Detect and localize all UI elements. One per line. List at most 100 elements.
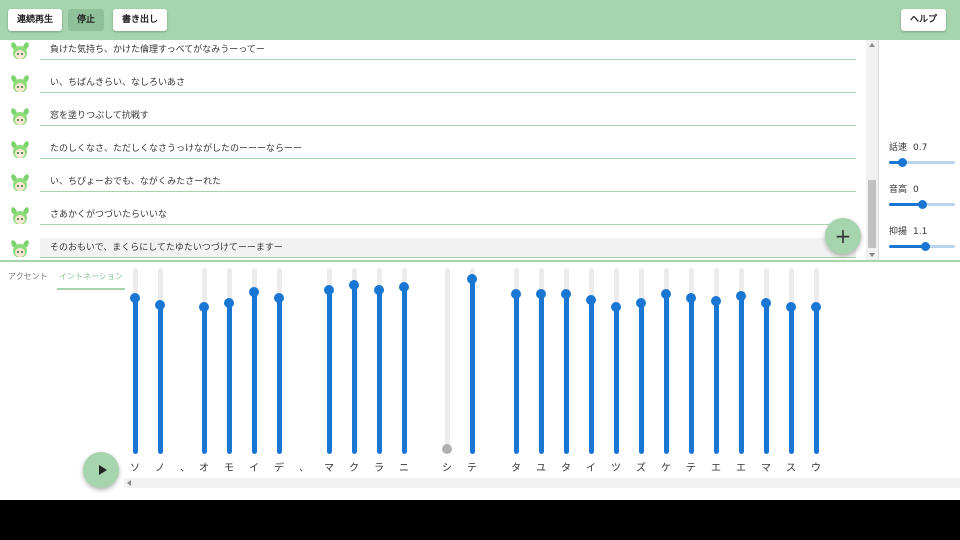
line-text-input[interactable]: い、ちぴょーおでも、ながくみたさーれた: [40, 172, 856, 192]
intonation-slider[interactable]: [249, 268, 259, 454]
slider-fill: [614, 307, 619, 454]
slider-thumb[interactable]: [199, 302, 209, 313]
slider-thumb[interactable]: [811, 302, 821, 313]
slider-thumb[interactable]: [324, 285, 334, 296]
character-avatar-icon[interactable]: [10, 141, 30, 161]
slider-thumb[interactable]: [611, 302, 621, 313]
mora-label: ク: [349, 463, 359, 474]
slider-thumb[interactable]: [249, 287, 259, 298]
play-button[interactable]: [83, 452, 119, 488]
slider-thumb[interactable]: [636, 298, 646, 309]
mora-label: タ: [511, 463, 521, 474]
slider-thumb[interactable]: [898, 158, 908, 167]
slider-thumb[interactable]: [918, 200, 927, 209]
audio-line-row[interactable]: さあかくがつづいたらいいな: [0, 205, 866, 238]
intonation-slider[interactable]: [155, 268, 165, 454]
slider-fill: [739, 295, 744, 454]
slider-thumb[interactable]: [711, 296, 721, 307]
slider-track[interactable]: [445, 268, 450, 454]
audio-line-row[interactable]: い、ちぴょーおでも、ながくみたさーれた: [0, 172, 866, 205]
mora-label: ノ: [155, 463, 165, 474]
mora-label: エ: [736, 463, 746, 474]
scroll-up-icon[interactable]: [869, 43, 875, 47]
scrollbar-thumb[interactable]: [868, 180, 876, 248]
tab-intonation[interactable]: イントネーション: [57, 270, 125, 290]
slider-thumb[interactable]: [786, 302, 796, 313]
slider-thumb[interactable]: [761, 298, 771, 309]
slider-thumb[interactable]: [921, 242, 931, 251]
audio-line-row[interactable]: 窓を塗りつぶして抗戦す: [0, 106, 866, 139]
parameter-label: 話速 0.7: [889, 140, 957, 154]
intonation-slider[interactable]: [324, 268, 334, 454]
intonation-slider[interactable]: [374, 268, 384, 454]
intonation-slider[interactable]: [399, 268, 409, 454]
slider-thumb[interactable]: [467, 274, 477, 285]
character-avatar-icon[interactable]: [10, 75, 30, 95]
slider-thumb[interactable]: [661, 289, 671, 300]
character-avatar-icon[interactable]: [10, 174, 30, 194]
intonation-slider[interactable]: [786, 268, 796, 454]
slider-thumb[interactable]: [561, 289, 571, 300]
slider-thumb[interactable]: [442, 444, 452, 454]
intonation-slider[interactable]: [686, 268, 696, 454]
intonation-slider[interactable]: [586, 268, 596, 454]
audio-line-row[interactable]: そのおもいで、まくらにしてたゆたいつづけてーーますー: [0, 238, 866, 260]
slider-thumb[interactable]: [736, 290, 746, 301]
intonation-slider[interactable]: [536, 268, 546, 454]
slider-thumb[interactable]: [130, 292, 140, 303]
intonation-slider[interactable]: [611, 268, 621, 454]
audio-line-row[interactable]: 負けた気持ち、かけた倫理すっべてがなみうーってー: [0, 40, 866, 73]
intonation-slider[interactable]: [467, 268, 477, 454]
slider-thumb[interactable]: [511, 289, 521, 300]
intonation-slider[interactable]: [811, 268, 821, 454]
slider-thumb[interactable]: [586, 294, 596, 305]
intonation-slider[interactable]: [130, 268, 140, 454]
slider-thumb[interactable]: [224, 298, 234, 309]
scroll-left-icon[interactable]: [127, 480, 131, 486]
character-avatar-icon[interactable]: [10, 42, 30, 62]
slider-thumb[interactable]: [686, 292, 696, 303]
line-text-input[interactable]: 負けた気持ち、かけた倫理すっべてがなみうーってー: [40, 40, 856, 60]
slider-fill: [227, 303, 232, 454]
parameter-slider[interactable]: [889, 157, 955, 167]
slider-thumb[interactable]: [349, 279, 359, 290]
intonation-slider[interactable]: [736, 268, 746, 454]
character-avatar-icon[interactable]: [10, 207, 30, 227]
parameter-slider[interactable]: [889, 241, 955, 251]
intonation-slider[interactable]: [274, 268, 284, 454]
intonation-slider[interactable]: [224, 268, 234, 454]
slider-thumb[interactable]: [155, 300, 165, 311]
add-line-button[interactable]: +: [825, 218, 861, 254]
line-text-input[interactable]: たのしくなさ、ただしくなさうっけながしたのーーーならーー: [40, 139, 856, 159]
character-avatar-icon[interactable]: [10, 240, 30, 260]
line-text-input[interactable]: さあかくがつづいたらいいな: [40, 205, 856, 225]
tab-accent[interactable]: アクセント: [8, 270, 48, 290]
intonation-slider[interactable]: [511, 268, 521, 454]
intonation-scrollbar[interactable]: [124, 478, 960, 488]
continuous-play-button[interactable]: 連続再生: [8, 9, 63, 31]
audio-line-row[interactable]: い、ちばんきらい、なしろいあさ: [0, 73, 866, 106]
slider-thumb[interactable]: [399, 281, 409, 292]
intonation-slider[interactable]: [761, 268, 771, 454]
stop-button[interactable]: 停止: [68, 9, 105, 31]
line-text-input[interactable]: い、ちばんきらい、なしろいあさ: [40, 73, 856, 93]
export-button[interactable]: 書き出し: [113, 9, 168, 31]
intonation-slider[interactable]: [636, 268, 646, 454]
slider-thumb[interactable]: [374, 285, 384, 296]
character-avatar-icon[interactable]: [10, 108, 30, 128]
intonation-slider[interactable]: [349, 268, 359, 454]
slider-thumb[interactable]: [536, 289, 546, 300]
intonation-slider[interactable]: [711, 268, 721, 454]
mora-label: テ: [467, 463, 477, 474]
intonation-slider[interactable]: [661, 268, 671, 454]
intonation-slider[interactable]: [561, 268, 571, 454]
parameter-slider[interactable]: [889, 199, 955, 209]
intonation-slider[interactable]: [199, 268, 209, 454]
audio-line-row[interactable]: たのしくなさ、ただしくなさうっけながしたのーーーならーー: [0, 139, 866, 172]
help-button[interactable]: ヘルプ: [901, 9, 947, 31]
slider-thumb[interactable]: [274, 292, 284, 303]
line-list-scrollbar[interactable]: [866, 40, 878, 260]
line-text-input[interactable]: 窓を塗りつぶして抗戦す: [40, 106, 856, 126]
line-text-input[interactable]: そのおもいで、まくらにしてたゆたいつづけてーーますー: [40, 238, 856, 258]
scroll-down-icon[interactable]: [869, 253, 875, 257]
